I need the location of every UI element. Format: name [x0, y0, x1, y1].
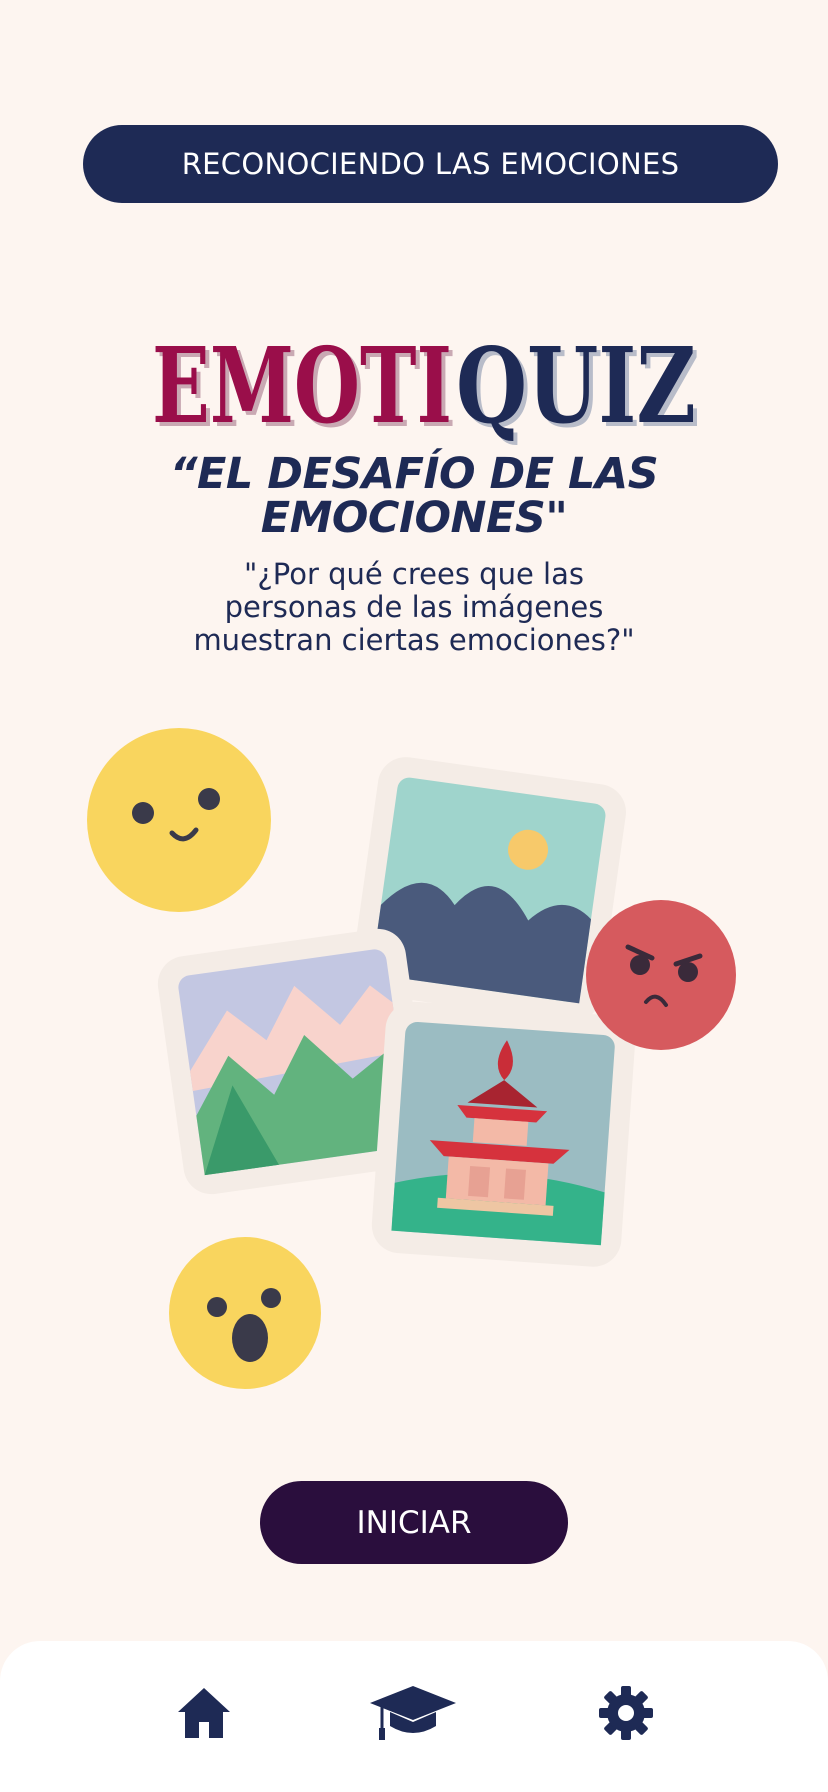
subtitle-line-2: EMOCIONES"	[260, 493, 568, 543]
home-icon	[178, 1688, 230, 1738]
question-line-3: muestran ciertas emociones?"	[193, 623, 635, 657]
nav-settings[interactable]	[596, 1683, 656, 1743]
nav-home[interactable]	[174, 1683, 234, 1743]
logo-part1: EMOTI	[152, 330, 452, 447]
emotions-photos-illustration	[87, 728, 736, 1389]
logo-part2: QUIZ	[456, 330, 696, 447]
subtitle-line-1: “EL DESAFÍO DE LAS	[169, 449, 659, 499]
question-line-1: "¿Por qué crees que las	[244, 557, 584, 591]
question-text: "¿Por qué crees que las personas de las …	[140, 558, 688, 657]
happy-face-icon	[87, 728, 271, 912]
header-banner: RECONOCIENDO LAS EMOCIONES	[83, 125, 778, 203]
angry-face-icon	[586, 900, 736, 1050]
graduation-cap-icon	[370, 1686, 456, 1740]
emotiquiz-logo: EMOTI EMOTI QUIZ QUIZ	[152, 330, 700, 451]
surprised-face-icon	[169, 1237, 321, 1389]
bottom-navigation	[0, 1641, 828, 1792]
question-line-2: personas de las imágenes	[224, 590, 604, 624]
header-title: RECONOCIENDO LAS EMOCIONES	[181, 147, 680, 181]
photo-pagoda-icon	[371, 1001, 636, 1267]
start-button-label: INICIAR	[356, 1504, 472, 1541]
gear-icon	[599, 1686, 653, 1740]
start-button[interactable]: INICIAR	[260, 1481, 568, 1564]
subtitle: “EL DESAFÍO DE LAS EMOCIONES"	[120, 452, 708, 540]
nav-learn[interactable]	[368, 1683, 458, 1743]
